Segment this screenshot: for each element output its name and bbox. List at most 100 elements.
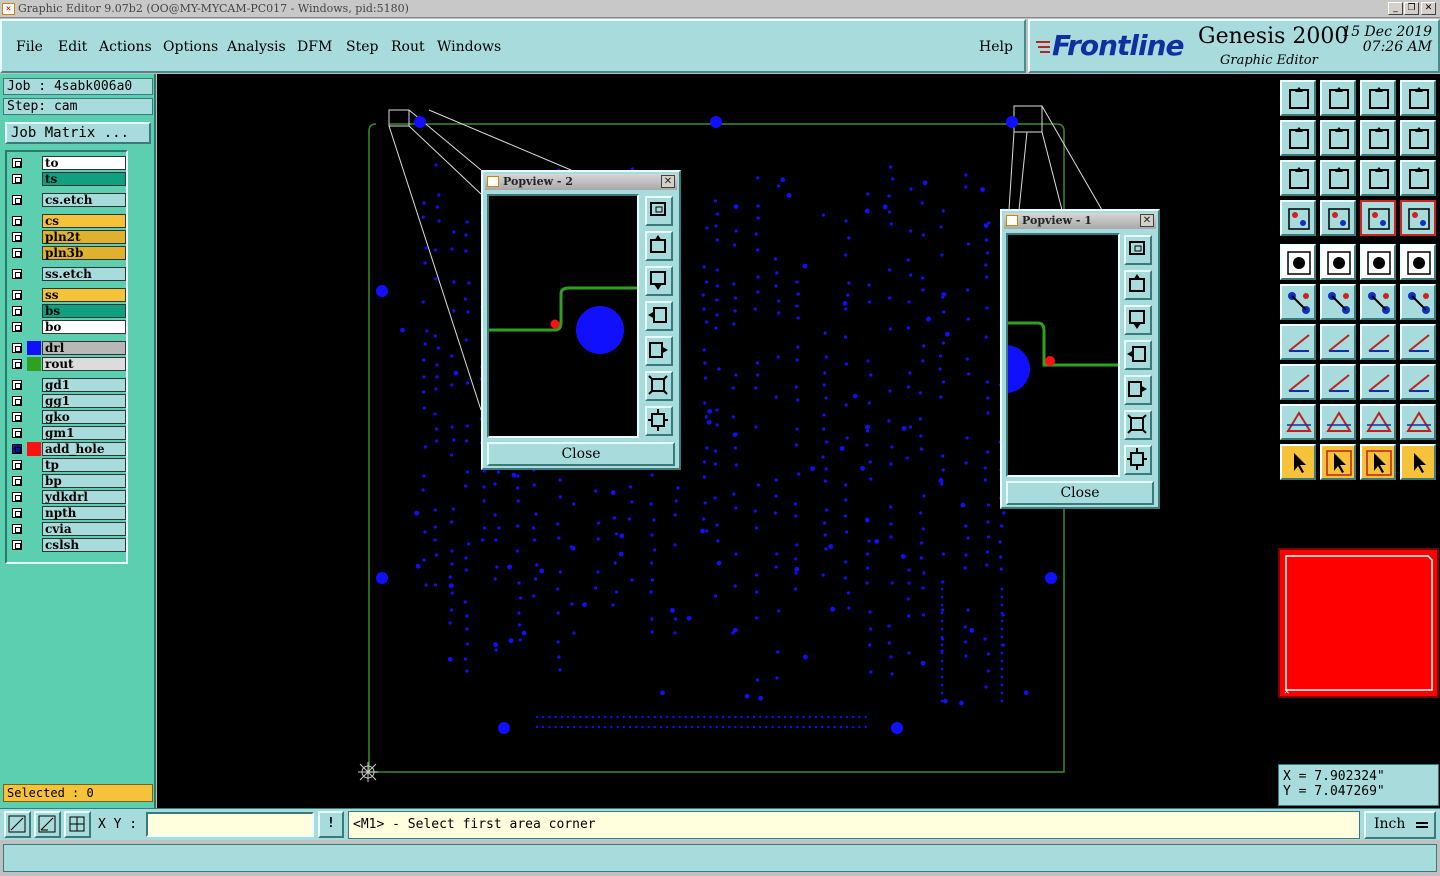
menu-rout[interactable]: Rout	[391, 39, 425, 55]
layer-name[interactable]: ss	[42, 288, 126, 302]
layer-checkbox[interactable]	[12, 174, 22, 184]
layer-row-tp[interactable]: tp	[9, 458, 126, 472]
layer-name[interactable]: ydkdrl	[42, 490, 126, 504]
layer-checkbox[interactable]	[12, 540, 22, 550]
popview-1-pan-down-button[interactable]	[1124, 305, 1152, 335]
menu-analysis[interactable]: Analysis	[227, 39, 286, 55]
layer-name[interactable]: ss.etch	[42, 267, 126, 281]
outline-b-button[interactable]	[1360, 404, 1396, 440]
layer-name[interactable]: bs	[42, 304, 126, 318]
layer-checkbox[interactable]	[12, 158, 22, 168]
layer-checkbox[interactable]	[12, 412, 22, 422]
layer-checkbox[interactable]	[12, 359, 22, 369]
layer-color-swatch[interactable]	[27, 506, 41, 520]
select-shape-button[interactable]	[1280, 244, 1316, 280]
layer-row-bo[interactable]: bo	[9, 320, 126, 334]
layer-color-swatch[interactable]	[27, 172, 41, 186]
layer-checkbox[interactable]	[12, 428, 22, 438]
layer-name[interactable]: bp	[42, 474, 126, 488]
pointer-button[interactable]	[1280, 444, 1316, 480]
layer-row-pln3b[interactable]: pln3b	[9, 246, 126, 260]
angle-mode-button[interactable]	[34, 811, 61, 838]
ratio-button[interactable]	[1360, 160, 1396, 196]
layer-checkbox[interactable]	[12, 396, 22, 406]
layer-name[interactable]: rout	[42, 357, 126, 371]
popview-2-close-button[interactable]: Close	[487, 442, 675, 466]
layer-checkbox[interactable]	[12, 524, 22, 534]
layer-color-swatch[interactable]	[27, 320, 41, 334]
grid-button[interactable]	[1320, 200, 1356, 236]
popview-2-screen[interactable]	[487, 194, 639, 438]
layer-name[interactable]: gko	[42, 410, 126, 424]
layer-row-bs[interactable]: bs	[9, 304, 126, 318]
outline-a-button[interactable]	[1320, 404, 1356, 440]
help-query-button[interactable]	[1400, 160, 1436, 196]
dimension-button[interactable]	[1360, 364, 1396, 400]
layer-name[interactable]: gm1	[42, 426, 126, 440]
popview-1-pan-right-button[interactable]	[1124, 375, 1152, 405]
ruler-settings-button[interactable]	[1280, 200, 1316, 236]
fit-button[interactable]	[1280, 160, 1316, 196]
layer-color-swatch[interactable]	[27, 442, 41, 456]
layer-row-ss[interactable]: ss	[9, 288, 126, 302]
layer-row-drl[interactable]: drl	[9, 341, 126, 355]
layer-checkbox[interactable]	[12, 460, 22, 470]
grid-mode-button[interactable]	[64, 811, 91, 838]
layer-name[interactable]: pln3b	[42, 246, 126, 260]
popview-1-pan-left-button[interactable]	[1124, 340, 1152, 370]
layer-row-rout[interactable]: rout	[9, 357, 126, 371]
text-button[interactable]	[1400, 324, 1436, 360]
layer-color-swatch[interactable]	[27, 341, 41, 355]
layer-checkbox[interactable]	[12, 269, 22, 279]
layer-color-swatch[interactable]	[27, 246, 41, 260]
menu-dfm[interactable]: DFM	[297, 39, 332, 55]
layer-name[interactable]: npth	[42, 506, 126, 520]
layer-checkbox[interactable]	[12, 248, 22, 258]
layer-name[interactable]: drl	[42, 341, 126, 355]
popview-1-zoom-out-button[interactable]	[1124, 410, 1152, 440]
step-button[interactable]	[1400, 120, 1436, 156]
layer-row-ss.etch[interactable]: ss.etch	[9, 267, 126, 281]
menu-actions[interactable]: Actions	[99, 39, 152, 55]
layer-row-cslsh[interactable]: cslsh	[9, 538, 126, 552]
layer-checkbox[interactable]	[12, 492, 22, 502]
flip-button[interactable]	[1360, 120, 1396, 156]
popview-2-pan-left-button[interactable]	[645, 301, 673, 331]
home-button[interactable]	[1360, 80, 1396, 116]
layer-checkbox[interactable]	[12, 290, 22, 300]
layer-row-add_hole[interactable]: add_hole	[9, 442, 126, 456]
connect-button[interactable]	[1280, 284, 1316, 320]
layer-name[interactable]: cvia	[42, 522, 126, 536]
snap-button[interactable]	[1280, 364, 1316, 400]
layer-checkbox[interactable]	[12, 508, 22, 518]
layer-color-swatch[interactable]	[27, 410, 41, 424]
layer-name[interactable]: ts	[42, 172, 126, 186]
layer-color-swatch[interactable]	[27, 156, 41, 170]
layer-color-swatch[interactable]	[27, 474, 41, 488]
menu-help[interactable]: Help	[979, 39, 1013, 55]
layer-row-cs.etch[interactable]: cs.etch	[9, 193, 126, 207]
popview-1-close-icon[interactable]: ✕	[1140, 214, 1154, 227]
move-point-button[interactable]	[1360, 284, 1396, 320]
layer-color-swatch[interactable]	[27, 458, 41, 472]
maximize-button[interactable]: ❐	[1404, 2, 1419, 15]
layer-color-swatch[interactable]	[27, 214, 41, 228]
layer-checkbox[interactable]	[12, 476, 22, 486]
popview-2-pan-right-button[interactable]	[645, 336, 673, 366]
menu-file[interactable]: File	[16, 39, 43, 55]
layer-color-swatch[interactable]	[27, 230, 41, 244]
layer-row-gko[interactable]: gko	[9, 410, 126, 424]
close-window-button[interactable]: ✕	[1421, 2, 1436, 15]
ruler-button[interactable]	[1360, 244, 1396, 280]
layer-color-swatch[interactable]	[27, 490, 41, 504]
view-home-button[interactable]	[1280, 80, 1316, 116]
menu-windows[interactable]: Windows	[437, 39, 501, 55]
menu-options[interactable]: Options	[163, 39, 218, 55]
popview-2-zoom-area-button[interactable]	[645, 196, 673, 226]
angle-button[interactable]	[1280, 324, 1316, 360]
popview-2-close-icon[interactable]: ✕	[661, 175, 675, 188]
layer-color-swatch[interactable]	[27, 357, 41, 371]
layer-name[interactable]: gd1	[42, 378, 126, 392]
layer-color-swatch[interactable]	[27, 378, 41, 392]
split-line-button[interactable]	[1320, 364, 1356, 400]
